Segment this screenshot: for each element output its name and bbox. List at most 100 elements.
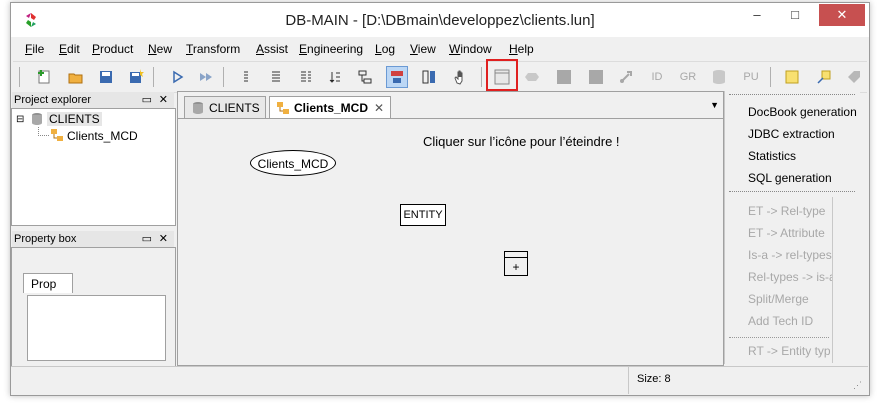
- hand-pan-icon[interactable]: [449, 66, 471, 88]
- menu-window[interactable]: Window: [449, 42, 492, 56]
- menu-et-rel-type[interactable]: ET -> Rel-type: [748, 204, 825, 218]
- tab-clients[interactable]: CLIENTS: [184, 96, 266, 118]
- menu-jdbc-extraction[interactable]: JDBC extraction: [748, 127, 835, 141]
- new-project-icon[interactable]: [33, 66, 55, 88]
- menu-et-attribute[interactable]: ET -> Attribute: [748, 226, 825, 240]
- tree-item-clients-mcd[interactable]: Clients_MCD: [67, 129, 138, 143]
- collapse-icon[interactable]: ⊟: [16, 114, 24, 125]
- toolbar-grip: [19, 67, 20, 87]
- menu-product[interactable]: Product: [92, 42, 133, 56]
- resize-grip-icon[interactable]: ⋰: [853, 380, 862, 391]
- project-explorer: ⊟ CLIENTS Clients_MCD: [11, 108, 176, 226]
- split-view-icon[interactable]: [418, 66, 440, 88]
- new-rel-type-icon[interactable]: [521, 66, 543, 88]
- close-panel-icon[interactable]: ✕: [159, 92, 168, 108]
- tab-clients-mcd[interactable]: Clients_MCD ✕: [269, 96, 391, 118]
- database-icon: [193, 102, 203, 114]
- menu-rt-entity-type[interactable]: RT -> Entity typ: [748, 344, 832, 358]
- tree-connector: [38, 127, 49, 136]
- tab-clients-mcd-label: Clients_MCD: [294, 101, 369, 115]
- panel-grip: [729, 191, 855, 194]
- project-explorer-label: Project explorer: [14, 94, 92, 106]
- title-bar[interactable]: DB-MAIN - [D:\DBmain\developpez\clients.…: [11, 3, 869, 37]
- schema-editor: CLIENTS Clients_MCD ✕ ▼ Clients_MCD ENTI…: [177, 91, 724, 366]
- tab-divider: [178, 118, 723, 119]
- status-divider: [628, 367, 629, 394]
- menu-bar: File Edit Product New Transform Assist E…: [13, 39, 867, 59]
- open-folder-icon[interactable]: [65, 66, 87, 88]
- toolbar: ID GR PU: [13, 61, 867, 93]
- maximize-button[interactable]: □: [777, 4, 813, 26]
- property-content: [27, 295, 166, 361]
- menu-docbook-generation[interactable]: DocBook generation: [748, 105, 857, 119]
- hierarchy-icon[interactable]: [354, 66, 376, 88]
- new-role-icon[interactable]: [615, 66, 637, 88]
- graph-view-icon[interactable]: [386, 66, 408, 88]
- close-panel-icon[interactable]: ✕: [159, 231, 168, 247]
- property-box-title: Property box ▭ ✕: [12, 231, 174, 247]
- tree-item-clients[interactable]: CLIENTS: [47, 112, 102, 126]
- text-lines-icon[interactable]: [265, 66, 287, 88]
- schema-icon: [277, 102, 289, 114]
- menu-rel-types-isa[interactable]: Rel-types -> is-a: [748, 270, 832, 284]
- annotation-text: Cliquer sur l’icône pour l’éteindre !: [423, 134, 620, 149]
- tag-icon[interactable]: [843, 66, 865, 88]
- save-as-icon[interactable]: [125, 66, 147, 88]
- assist-panel: DocBook generation JDBC extraction Stati…: [724, 91, 860, 364]
- schema-label-ellipse[interactable]: Clients_MCD: [250, 150, 336, 176]
- id-tool[interactable]: ID: [646, 66, 668, 88]
- divider: [729, 337, 829, 338]
- new-attribute-icon[interactable]: [553, 66, 575, 88]
- entity-box[interactable]: ENTITY: [400, 204, 446, 226]
- menu-split-merge[interactable]: Split/Merge: [748, 292, 809, 306]
- schema-icon: [51, 129, 63, 141]
- new-group-icon[interactable]: [585, 66, 607, 88]
- cursor-entity-placeholder: +: [504, 251, 528, 276]
- pu-tool[interactable]: PU: [740, 66, 762, 88]
- save-icon[interactable]: [95, 66, 117, 88]
- sort-icon[interactable]: [324, 66, 346, 88]
- database-icon: [32, 113, 42, 125]
- tab-prop[interactable]: Prop: [23, 273, 73, 293]
- menu-transform[interactable]: Transform: [186, 42, 240, 56]
- menu-new[interactable]: New: [148, 42, 172, 56]
- property-box: Prop: [11, 247, 176, 367]
- tab-clients-label: CLIENTS: [209, 101, 260, 115]
- menu-view[interactable]: View: [410, 42, 436, 56]
- menu-edit[interactable]: Edit: [59, 42, 80, 56]
- align-left-icon[interactable]: [235, 66, 257, 88]
- toolbar-separator: [770, 67, 771, 87]
- float-icon[interactable]: ▭: [142, 231, 152, 247]
- menu-assist[interactable]: Assist: [256, 42, 288, 56]
- database-icon[interactable]: [708, 66, 730, 88]
- minimize-button[interactable]: –: [739, 4, 775, 26]
- menu-log[interactable]: Log: [375, 42, 395, 56]
- toolbar-separator: [153, 67, 154, 87]
- menu-statistics[interactable]: Statistics: [748, 149, 796, 163]
- toolbar-separator: [481, 67, 482, 87]
- menu-engineering[interactable]: Engineering: [299, 42, 363, 56]
- fast-forward-icon[interactable]: [195, 66, 217, 88]
- close-tab-icon[interactable]: ✕: [374, 97, 384, 119]
- property-box-label: Property box: [14, 233, 77, 245]
- note-icon[interactable]: [781, 66, 803, 88]
- menu-help[interactable]: Help: [509, 42, 534, 56]
- float-icon[interactable]: ▭: [142, 92, 152, 108]
- gr-tool[interactable]: GR: [677, 66, 699, 88]
- close-button[interactable]: ✕: [819, 4, 865, 26]
- menu-file[interactable]: File: [25, 42, 44, 56]
- play-icon[interactable]: [167, 66, 189, 88]
- toolbar-separator: [223, 67, 224, 87]
- project-explorer-title: Project explorer ▭ ✕: [12, 92, 174, 108]
- status-size: Size: 8: [637, 373, 671, 385]
- text-columns-icon[interactable]: [295, 66, 317, 88]
- note-link-icon[interactable]: [813, 66, 835, 88]
- menu-isa-rel-types[interactable]: Is-a -> rel-types: [748, 248, 832, 262]
- transform-list: ET -> Rel-type ET -> Attribute Is-a -> r…: [727, 197, 833, 363]
- tab-list-dropdown-icon[interactable]: ▼: [710, 100, 719, 110]
- highlight-frame: [486, 59, 518, 91]
- status-bar: Size: 8 ⋰: [11, 366, 868, 394]
- menu-add-tech-id[interactable]: Add Tech ID: [748, 314, 813, 328]
- crosshair-cursor: +: [512, 260, 520, 274]
- menu-sql-generation[interactable]: SQL generation: [748, 171, 832, 185]
